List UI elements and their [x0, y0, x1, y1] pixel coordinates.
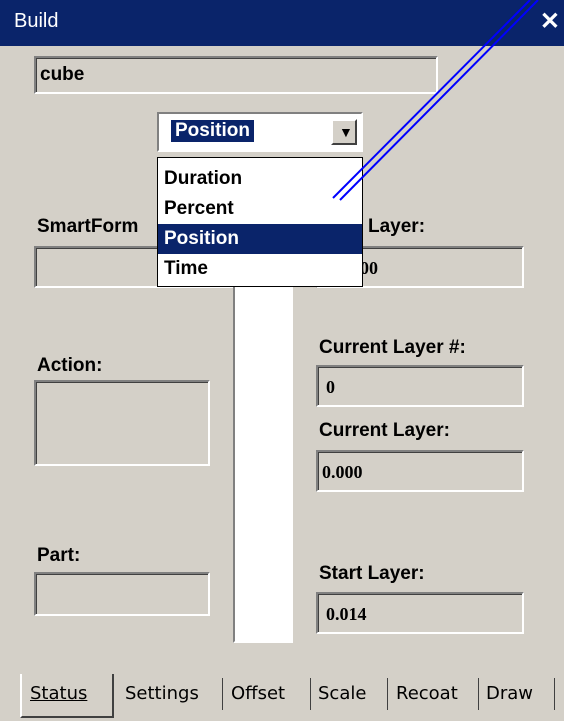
annotation-arrow [332, 0, 539, 201]
build-window: Build ✕ cube SmartForm Layer: 00 Action:… [0, 0, 564, 721]
